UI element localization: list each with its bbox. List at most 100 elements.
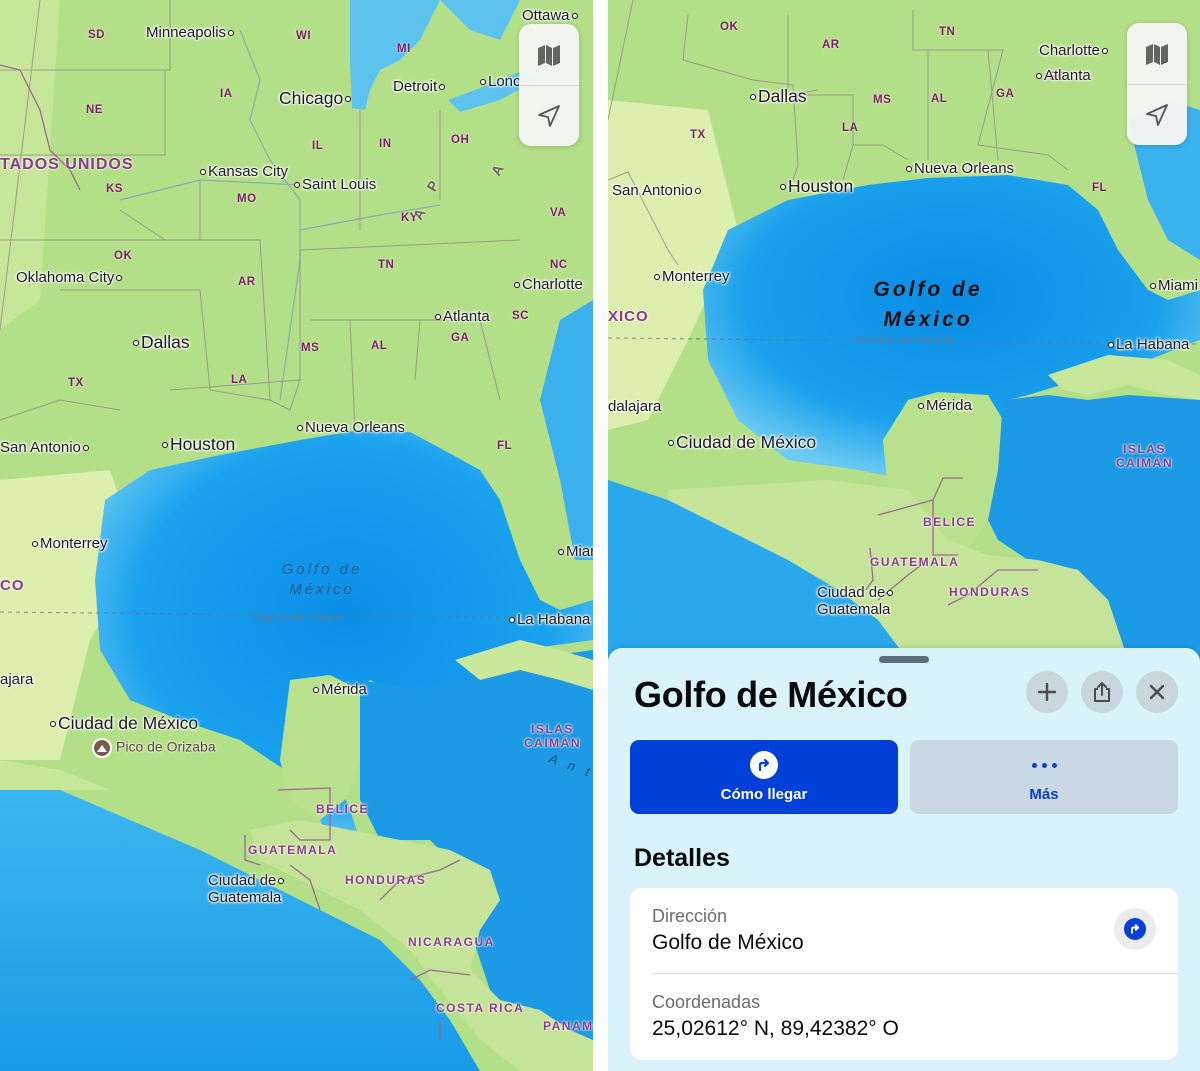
state-label: TX <box>690 129 706 141</box>
state-label: TN <box>378 259 395 271</box>
country-label-costa-rica: COSTA RICA <box>436 1001 525 1015</box>
city-label[interactable]: Monterrey <box>652 269 730 284</box>
cayman-line-2: CAIMÁN <box>524 736 581 751</box>
location-arrow-icon <box>538 105 560 127</box>
detail-row-coordinates[interactable]: Coordenadas 25,02612° N, 89,42382° O <box>652 992 1178 1041</box>
city-label[interactable]: San Antonio <box>0 440 91 455</box>
city-label[interactable]: Nueva Orleans <box>904 161 1014 176</box>
state-label: VA <box>550 207 567 219</box>
state-label: GA <box>451 332 470 344</box>
place-title: Golfo de México <box>634 674 908 715</box>
place-card-sheet: Golfo de México Cómo llegar Más Detalles… <box>608 648 1200 1071</box>
state-label: SD <box>88 29 105 41</box>
country-label-guatemala: GUATEMALA <box>248 843 338 857</box>
detail-label: Coordenadas <box>652 992 761 1012</box>
city-label[interactable]: Lonc <box>478 74 521 89</box>
share-button[interactable] <box>1081 671 1123 713</box>
share-icon <box>1094 682 1110 702</box>
close-button[interactable] <box>1136 671 1178 713</box>
city-label[interactable]: ajara <box>0 672 33 687</box>
address-directions-button[interactable] <box>1114 908 1156 950</box>
directions-label: Cómo llegar <box>720 786 808 803</box>
city-label[interactable]: Ciudad de México <box>666 433 816 452</box>
city-label[interactable]: Ciudad de Guatemala <box>208 872 286 906</box>
city-label[interactable]: Houston <box>160 435 235 454</box>
city-label[interactable]: Atlanta <box>1034 68 1091 83</box>
directions-icon <box>1124 918 1146 940</box>
city-label[interactable]: La Habana <box>1106 337 1189 352</box>
city-label[interactable]: dalajara <box>608 399 661 414</box>
state-label: NE <box>86 104 103 116</box>
country-label-panama: PANAM <box>543 1019 593 1033</box>
map-mode-button[interactable] <box>519 24 579 85</box>
state-label: OH <box>451 134 470 146</box>
city-label[interactable]: Minneapolis <box>146 25 236 40</box>
country-label-honduras: HONDURAS <box>949 585 1031 599</box>
add-button[interactable] <box>1026 671 1068 713</box>
gulf-label: Golfo de México <box>873 278 983 332</box>
map-icon <box>1146 43 1168 65</box>
city-label[interactable]: Dallas <box>748 87 807 106</box>
state-label: TX <box>68 377 84 389</box>
detail-row-address[interactable]: Dirección Golfo de México <box>652 906 1178 955</box>
state-label: IL <box>312 140 324 152</box>
city-label[interactable]: San Antonio <box>612 183 703 198</box>
city-label[interactable]: Kansas City <box>198 164 288 179</box>
poi-pico-de-orizaba[interactable]: Pico de Orizaba <box>92 738 216 758</box>
country-label-mexico: CO <box>0 577 25 594</box>
city-label[interactable]: Monterrey <box>30 536 108 551</box>
current-location-button[interactable] <box>519 85 579 146</box>
more-icon <box>1031 751 1057 779</box>
current-location-button[interactable] <box>1127 84 1187 145</box>
detail-value: Golfo de México <box>652 931 804 954</box>
city-label[interactable]: Ciudad de México <box>48 714 198 733</box>
gulf-label: Golfo de México <box>281 561 363 598</box>
country-label-cayman: ISLAS CAIMÁN <box>524 722 581 751</box>
sheet-grabber[interactable] <box>879 656 929 663</box>
mountain-icon <box>92 738 112 758</box>
state-label: GA <box>996 88 1015 100</box>
directions-button[interactable]: Cómo llegar <box>630 740 898 814</box>
state-label: LA <box>842 122 859 134</box>
city-label[interactable]: Houston <box>778 177 853 196</box>
city-label[interactable]: Ciudad de Guatemala <box>817 584 895 618</box>
state-label: WI <box>296 30 312 42</box>
city-label[interactable]: Nueva Orleans <box>295 420 405 435</box>
city-label[interactable]: Ottawa <box>522 8 580 23</box>
city-label[interactable]: Atlanta <box>433 309 490 324</box>
city-label[interactable]: Dallas <box>131 333 190 352</box>
state-label: IN <box>379 138 392 150</box>
map-mode-button[interactable] <box>1127 23 1187 84</box>
state-label: AL <box>931 93 948 105</box>
tropic-label: Trópico de Cáncer <box>855 334 954 346</box>
city-label[interactable]: Saint Louis <box>292 177 376 192</box>
state-label: AR <box>822 39 840 51</box>
details-card: Dirección Golfo de México Coordenadas 25… <box>630 888 1178 1060</box>
cayman-line-1: ISLAS <box>1123 442 1166 456</box>
close-icon <box>1149 684 1165 700</box>
country-label-cayman: ISLAS CAIMÁN <box>1116 442 1173 471</box>
city-label[interactable]: Miar <box>556 544 593 559</box>
detail-value: 25,02612° N, 89,42382° O <box>652 1017 899 1040</box>
state-label: KS <box>106 183 123 195</box>
city-label[interactable]: Mérida <box>311 682 367 697</box>
map-controls <box>519 24 579 146</box>
city-label[interactable]: Charlotte <box>1039 43 1110 58</box>
directions-icon <box>750 751 778 779</box>
city-label[interactable]: Chicago <box>279 89 353 108</box>
city-label[interactable]: Charlotte <box>512 277 583 292</box>
details-heading: Detalles <box>634 844 730 872</box>
map-view-left[interactable]: SD WI MI IA NE IL IN OH KS MO KY VA OK T… <box>0 0 593 1071</box>
more-button[interactable]: Más <box>910 740 1178 814</box>
row-divider <box>652 973 1178 974</box>
city-label[interactable]: Mérida <box>916 398 972 413</box>
city-label[interactable]: La Habana <box>507 612 590 627</box>
tropic-label: Trópico de Cáncer <box>248 612 347 624</box>
cayman-line-2: CAIMÁN <box>1116 456 1173 471</box>
city-label[interactable]: Oklahoma City <box>16 270 124 285</box>
detail-label: Dirección <box>652 906 728 926</box>
city-label[interactable]: Detroit <box>393 79 447 94</box>
state-label: MI <box>397 43 411 55</box>
city-label[interactable]: Miami <box>1148 278 1198 293</box>
map-view-right[interactable]: OK AR TN MS AL GA SC TX LA FL XICO BELIC… <box>608 0 1200 1071</box>
